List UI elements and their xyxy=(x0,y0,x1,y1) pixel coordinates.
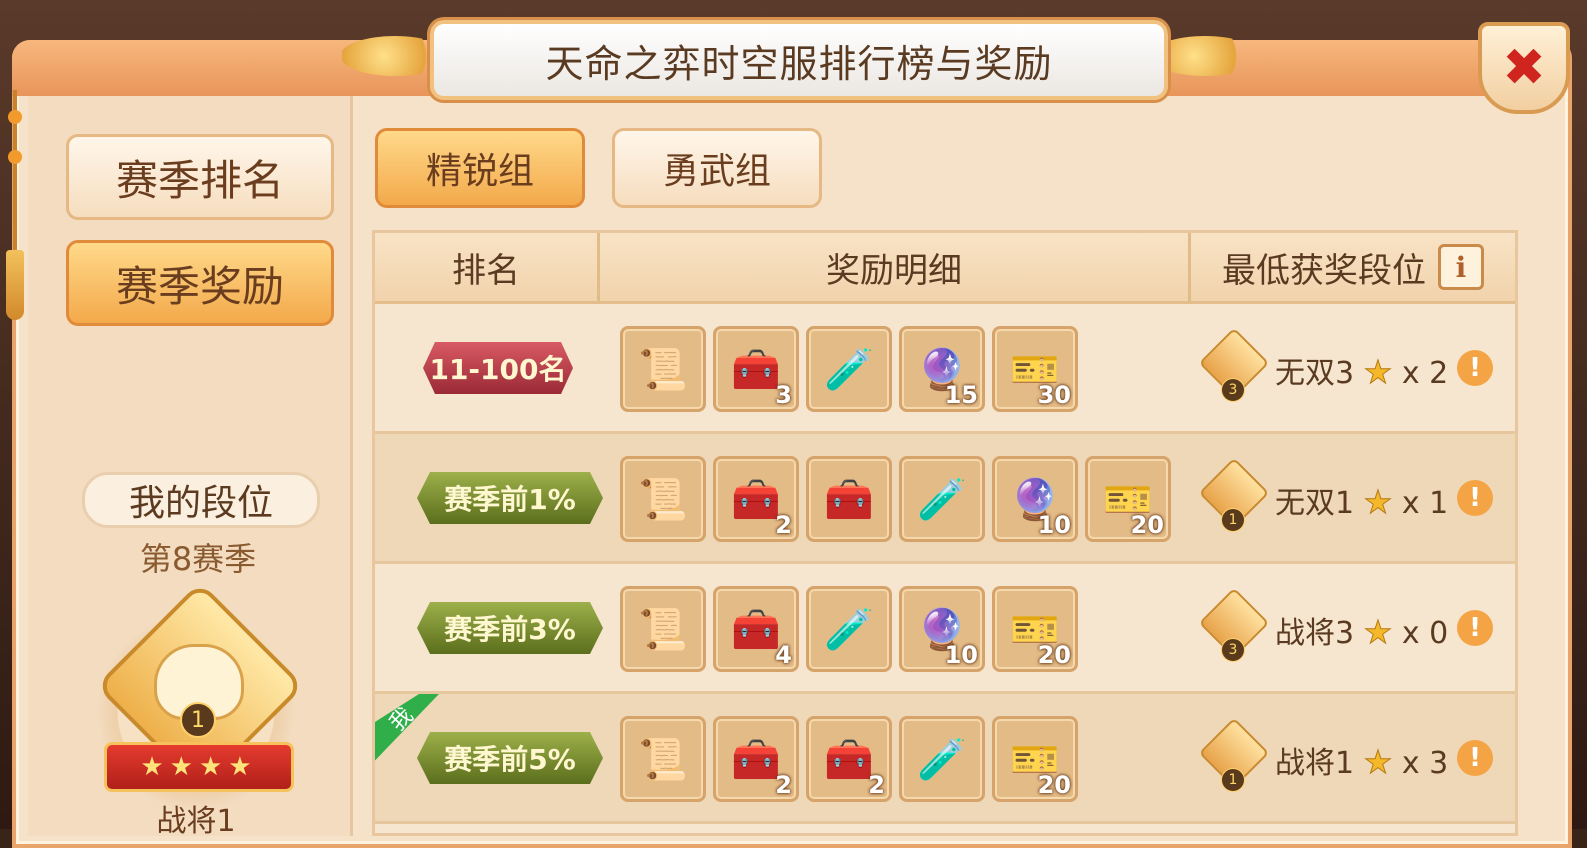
season-label: 第8赛季 xyxy=(139,540,257,578)
me-tag-label: 我 xyxy=(385,703,419,737)
treasure-chest-icon[interactable]: 🧰 3 xyxy=(713,326,799,412)
header-rank: 排名 xyxy=(452,250,520,291)
close-icon: ✖ xyxy=(1502,38,1546,98)
sidebar-item-label: 赛季奖励 xyxy=(115,261,284,311)
rank-badge-icon: 3 xyxy=(1197,327,1270,404)
tab-elite-group[interactable]: 精锐组 xyxy=(375,128,585,208)
rank-badge-icon: 1 xyxy=(1197,717,1270,794)
badge-stars-ribbon: ★★★★ xyxy=(104,742,294,792)
red-ticket-icon[interactable]: 🎫 20 xyxy=(1085,456,1171,542)
header-rewards: 奖励明细 xyxy=(826,250,962,291)
badge-number: 1 xyxy=(180,702,216,738)
tab-label: 勇武组 xyxy=(662,151,771,192)
scroll-icon[interactable]: 📜 xyxy=(620,716,706,802)
crystal-ball-icon[interactable]: 🔮 10 xyxy=(899,586,985,672)
dialog-title-plate: 天命之弈时空服排行榜与奖励 xyxy=(430,20,1168,100)
scroll-icon[interactable]: 📜 xyxy=(620,326,706,412)
rank-badge-icon: 3 xyxy=(1197,587,1270,664)
badge-caption: 战将1 xyxy=(156,804,236,839)
rank-range-badge: 赛季前1% xyxy=(417,472,603,524)
tab-brave-group[interactable]: 勇武组 xyxy=(612,128,822,208)
rank-badge-icon: 1 xyxy=(1197,457,1270,534)
dialog-title: 天命之弈时空服排行榜与奖励 xyxy=(545,41,1053,86)
min-rank-cell: 3 战将3 ★ x 0 ! xyxy=(1197,587,1497,664)
rewards-table: 排名 奖励明细 最低获奖段位 i 11-100名 📜 🧰 3 🧪 🔮 15 🎫 30 … xyxy=(372,230,1518,836)
min-rank-text: 无双1 ★ x 1 xyxy=(1275,483,1449,522)
purple-chest-icon[interactable]: 🧰 2 xyxy=(713,716,799,802)
red-ticket-icon[interactable]: 🎫 20 xyxy=(992,586,1078,672)
info-icon[interactable]: i xyxy=(1438,244,1484,290)
min-rank-text: 战将1 ★ x 3 xyxy=(1275,743,1449,782)
treasure-chest-icon[interactable]: 🧰 2 xyxy=(713,456,799,542)
table-row: 赛季前3% 📜 🧰 4 🧪 🔮 10 🎫 20 3 战将3 ★ x 0 ! xyxy=(375,564,1515,694)
scroll-icon[interactable]: 📜 xyxy=(620,456,706,542)
red-ticket-icon[interactable]: 🎫 20 xyxy=(992,716,1078,802)
silver-chest-icon[interactable]: 🧰 2 xyxy=(806,716,892,802)
rank-range-badge: 赛季前3% xyxy=(417,602,603,654)
purple-chest-icon[interactable]: 🧰 4 xyxy=(713,586,799,672)
table-row: 11-100名 📜 🧰 3 🧪 🔮 15 🎫 30 3 无双3 ★ x 2 ! xyxy=(375,304,1515,434)
exclamation-icon[interactable]: ! xyxy=(1457,740,1493,776)
table-header: 排名 奖励明细 最低获奖段位 i xyxy=(375,233,1515,304)
potion-bottle-icon[interactable]: 🧪 xyxy=(806,326,892,412)
potion-bottle-icon[interactable]: 🧪 xyxy=(899,716,985,802)
rank-range-badge: 赛季前5% xyxy=(417,732,603,784)
min-rank-text: 战将3 ★ x 0 xyxy=(1275,613,1449,652)
min-rank-cell: 1 战将1 ★ x 3 ! xyxy=(1197,717,1497,794)
star-icon: ★ xyxy=(1363,613,1393,652)
tab-label: 精锐组 xyxy=(425,151,534,192)
star-icon: ★ xyxy=(1363,353,1393,392)
exclamation-icon[interactable]: ! xyxy=(1457,610,1493,646)
table-row-me: 我 赛季前5% 📜 🧰 2 🧰 2 🧪 🎫 20 1 战将1 ★ x 3 ! xyxy=(375,694,1515,824)
star-icon: ★ xyxy=(1363,743,1393,782)
sidebar-item-season-ranking[interactable]: 赛季排名 xyxy=(66,134,334,220)
star-icon: ★ xyxy=(1363,483,1393,522)
my-rank-label: 我的段位 xyxy=(82,472,320,528)
header-min-rank-label: 最低获奖段位 xyxy=(1222,250,1426,291)
min-rank-text: 无双3 ★ x 2 xyxy=(1275,353,1449,392)
exclamation-icon[interactable]: ! xyxy=(1457,480,1493,516)
exclamation-icon[interactable]: ! xyxy=(1457,350,1493,386)
header-min-rank: 最低获奖段位 i xyxy=(1191,233,1515,301)
sidebar-item-label: 赛季排名 xyxy=(115,155,284,205)
close-button[interactable]: ✖ xyxy=(1478,22,1570,114)
crystal-ball-icon[interactable]: 🔮 10 xyxy=(992,456,1078,542)
my-rank-badge: 1 ★★★★ 战将1 xyxy=(95,581,305,839)
purple-chest-icon[interactable]: 🧰 xyxy=(806,456,892,542)
tassel-ornament-icon xyxy=(4,90,26,320)
red-ticket-icon[interactable]: 🎫 30 xyxy=(992,326,1078,412)
potion-bottle-icon[interactable]: 🧪 xyxy=(899,456,985,542)
scroll-icon[interactable]: 📜 xyxy=(620,586,706,672)
potion-bottle-icon[interactable]: 🧪 xyxy=(806,586,892,672)
min-rank-cell: 1 无双1 ★ x 1 ! xyxy=(1197,457,1497,534)
rank-range-badge: 11-100名 xyxy=(423,342,573,394)
crystal-ball-icon[interactable]: 🔮 15 xyxy=(899,326,985,412)
min-rank-cell: 3 无双3 ★ x 2 ! xyxy=(1197,327,1497,404)
sidebar-item-season-rewards[interactable]: 赛季奖励 xyxy=(66,240,334,326)
table-row: 赛季前1% 📜 🧰 2 🧰 🧪 🔮 10 🎫 20 1 无双1 ★ x 1 ! xyxy=(375,434,1515,564)
